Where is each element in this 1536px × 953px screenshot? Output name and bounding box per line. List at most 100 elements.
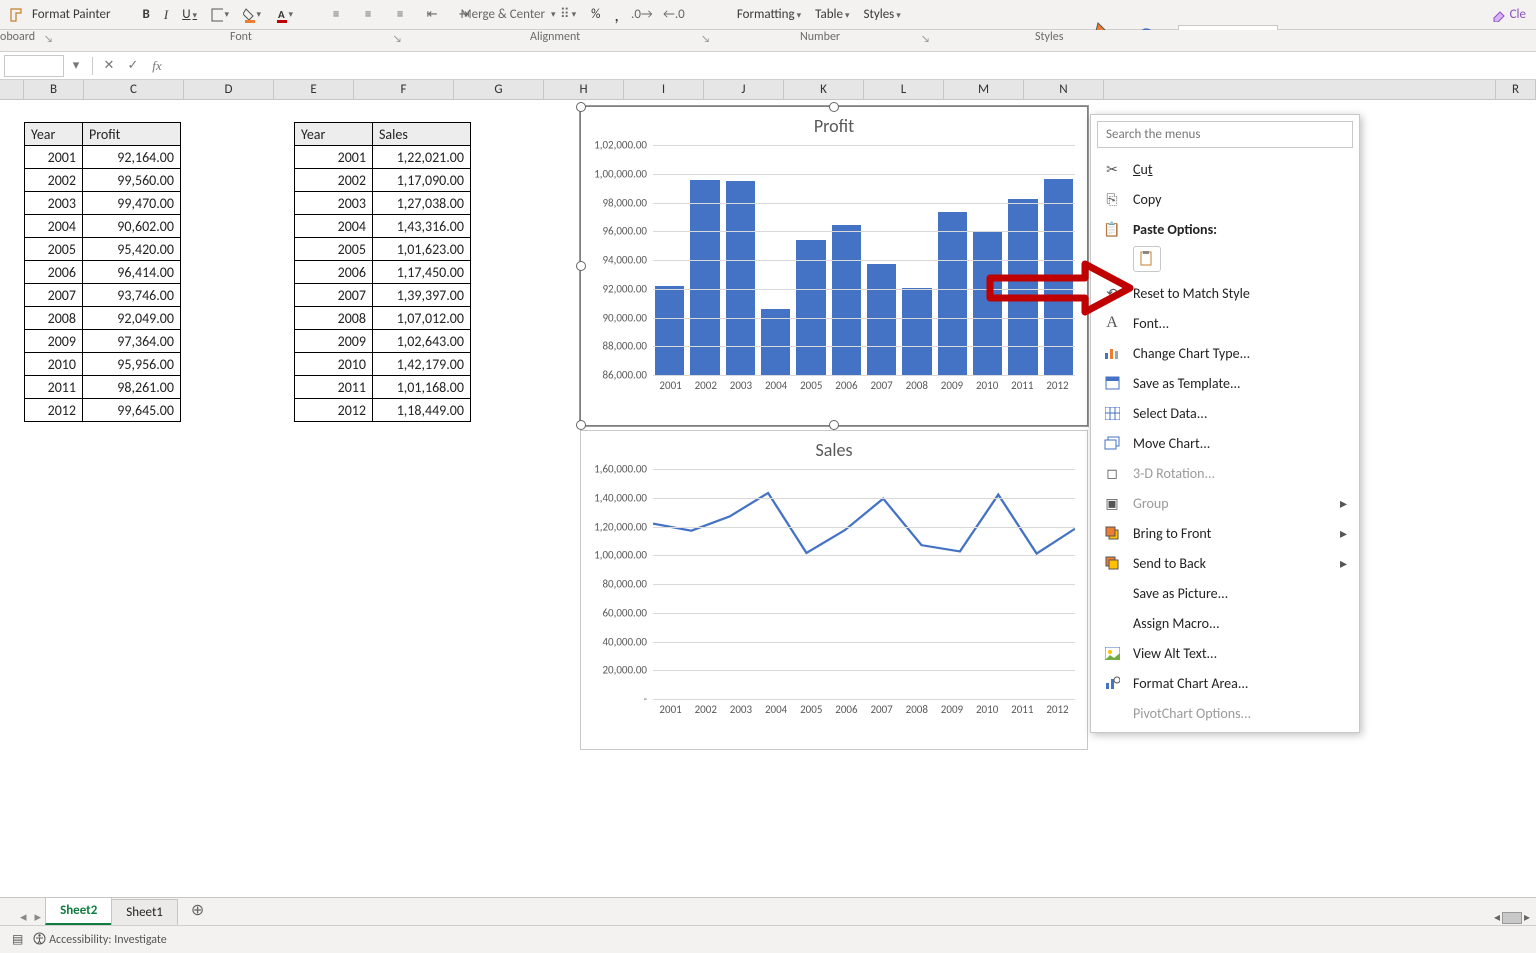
sheet-tab[interactable]: Sheet1 — [111, 899, 178, 925]
table-row[interactable]: 20071,39,397.00 — [295, 284, 471, 307]
insert-function-button[interactable]: fx — [145, 55, 169, 77]
menu-search-input[interactable]: Search the menus — [1097, 121, 1353, 148]
table-row[interactable]: 200696,414.00 — [25, 261, 181, 284]
chart-line-series[interactable] — [653, 493, 1075, 554]
chart-bar[interactable] — [902, 288, 931, 375]
col-header[interactable]: C — [84, 80, 184, 99]
table-row[interactable]: 20011,22,021.00 — [295, 146, 471, 169]
format-painter-button[interactable]: Format Painter — [8, 6, 111, 24]
menu-send-to-back[interactable]: Send to Back▸ — [1091, 548, 1359, 578]
cell-styles-button[interactable]: Styles▾ — [864, 7, 901, 22]
table-row[interactable]: 200490,602.00 — [25, 215, 181, 238]
percent-button[interactable]: % — [591, 7, 600, 22]
menu-save-as-picture[interactable]: Save as Picture... — [1091, 578, 1359, 608]
select-all-triangle[interactable] — [0, 80, 24, 99]
italic-button[interactable]: I — [164, 7, 168, 23]
chart-bar[interactable] — [867, 264, 896, 375]
new-sheet-button[interactable]: ⊕ — [177, 895, 218, 925]
col-header[interactable]: B — [24, 80, 84, 99]
table-row[interactable]: 200892,049.00 — [25, 307, 181, 330]
table-row[interactable]: 200399,470.00 — [25, 192, 181, 215]
table-row[interactable]: 201095,956.00 — [25, 353, 181, 376]
clear-button-partial[interactable]: Cle — [1492, 7, 1526, 22]
col-header[interactable]: M — [944, 80, 1024, 99]
table-row[interactable]: 20121,18,449.00 — [295, 399, 471, 422]
bold-button[interactable]: B — [143, 7, 150, 22]
enter-formula-button[interactable]: ✓ — [121, 55, 145, 77]
number-format-button[interactable]: ⠿▾ — [559, 6, 577, 24]
chart-bar[interactable] — [761, 309, 790, 375]
menu-copy[interactable]: ⎘Copy — [1091, 184, 1359, 214]
font-color-button[interactable]: A▾ — [275, 6, 293, 24]
col-header[interactable]: G — [454, 80, 544, 99]
conditional-formatting-button[interactable]: Formatting▾ — [737, 7, 801, 22]
cancel-formula-button[interactable]: ✕ — [97, 55, 121, 77]
decrease-indent-button[interactable]: ⇤ — [423, 6, 441, 24]
sales-chart[interactable]: Sales 1,60,000.001,40,000.001,20,000.001… — [580, 430, 1088, 750]
table-row[interactable]: 20031,27,038.00 — [295, 192, 471, 215]
col-header[interactable]: J — [704, 80, 784, 99]
table-row[interactable]: 20061,17,450.00 — [295, 261, 471, 284]
menu-cut[interactable]: ✂Cut — [1091, 154, 1359, 184]
chart-bar[interactable] — [655, 286, 684, 375]
chart-title[interactable]: Sales — [581, 439, 1087, 461]
column-headers[interactable]: B C D E F G H I J K L M N R — [0, 80, 1536, 100]
table-row[interactable]: 20111,01,168.00 — [295, 376, 471, 399]
underline-button[interactable]: U▾ — [182, 7, 197, 22]
menu-format-chart-area[interactable]: Format Chart Area... — [1091, 668, 1359, 698]
chart-bar[interactable] — [832, 225, 861, 375]
menu-bring-to-front[interactable]: Bring to Front▸ — [1091, 518, 1359, 548]
table-row[interactable]: 20101,42,179.00 — [295, 353, 471, 376]
table-row[interactable]: 200299,560.00 — [25, 169, 181, 192]
col-header[interactable]: L — [864, 80, 944, 99]
menu-save-as-template[interactable]: Save as Template... — [1091, 368, 1359, 398]
table-row[interactable]: 20021,17,090.00 — [295, 169, 471, 192]
tab-nav-prev[interactable]: ◂ — [16, 910, 31, 925]
menu-change-chart-type[interactable]: Change Chart Type... — [1091, 338, 1359, 368]
name-box[interactable] — [4, 55, 64, 77]
table-row[interactable]: 200192,164.00 — [25, 146, 181, 169]
sheet-tab-active[interactable]: Sheet2 — [45, 897, 112, 925]
chart-bar[interactable] — [938, 212, 967, 375]
format-as-table-button[interactable]: Table▾ — [815, 7, 849, 22]
col-header[interactable]: N — [1024, 80, 1104, 99]
profit-table[interactable]: YearProfit 200192,164.00200299,560.00200… — [24, 122, 181, 422]
menu-view-alt-text[interactable]: View Alt Text... — [1091, 638, 1359, 668]
border-button[interactable]: ▾ — [211, 6, 229, 24]
col-header[interactable]: R — [1496, 80, 1536, 99]
col-header[interactable]: K — [784, 80, 864, 99]
accessibility-status[interactable]: Accessibility: Investigate — [33, 932, 166, 947]
table-row[interactable]: 20041,43,316.00 — [295, 215, 471, 238]
fill-color-button[interactable]: ▾ — [243, 6, 261, 24]
col-header[interactable]: F — [354, 80, 454, 99]
table-row[interactable]: 200997,364.00 — [25, 330, 181, 353]
sales-table[interactable]: YearSales 20011,22,021.0020021,17,090.00… — [294, 122, 471, 422]
col-header[interactable]: I — [624, 80, 704, 99]
table-row[interactable]: 20091,02,643.00 — [295, 330, 471, 353]
col-header[interactable]: D — [184, 80, 274, 99]
customize-status-icon[interactable]: ▤ — [12, 932, 23, 947]
chart-title[interactable]: Profit — [581, 115, 1087, 137]
col-header[interactable]: H — [544, 80, 624, 99]
menu-move-chart[interactable]: Move Chart... — [1091, 428, 1359, 458]
align-bottom-button[interactable]: ≡ — [391, 6, 409, 24]
menu-select-data[interactable]: Select Data... — [1091, 398, 1359, 428]
decrease-decimal-button[interactable]: ←.0 — [665, 6, 683, 24]
paste-use-destination-theme-button[interactable] — [1133, 246, 1161, 272]
merge-center-button[interactable]: Merge & Center▾ — [497, 6, 515, 24]
table-row[interactable]: 200793,746.00 — [25, 284, 181, 307]
tab-nav-next[interactable]: ▸ — [31, 910, 46, 925]
table-row[interactable]: 20081,07,012.00 — [295, 307, 471, 330]
formula-input[interactable] — [169, 55, 1536, 77]
table-row[interactable]: 20051,01,623.00 — [295, 238, 471, 261]
menu-assign-macro[interactable]: Assign Macro... — [1091, 608, 1359, 638]
align-middle-button[interactable]: ≡ — [359, 6, 377, 24]
table-row[interactable]: 200595,420.00 — [25, 238, 181, 261]
horizontal-scroll[interactable]: ◂ ▸ — [1494, 910, 1536, 925]
table-row[interactable]: 201198,261.00 — [25, 376, 181, 399]
table-row[interactable]: 201299,645.00 — [25, 399, 181, 422]
col-header[interactable]: E — [274, 80, 354, 99]
increase-decimal-button[interactable]: .0→ — [633, 6, 651, 24]
comma-button[interactable]: , — [614, 4, 619, 26]
align-top-button[interactable]: ≡ — [327, 6, 345, 24]
